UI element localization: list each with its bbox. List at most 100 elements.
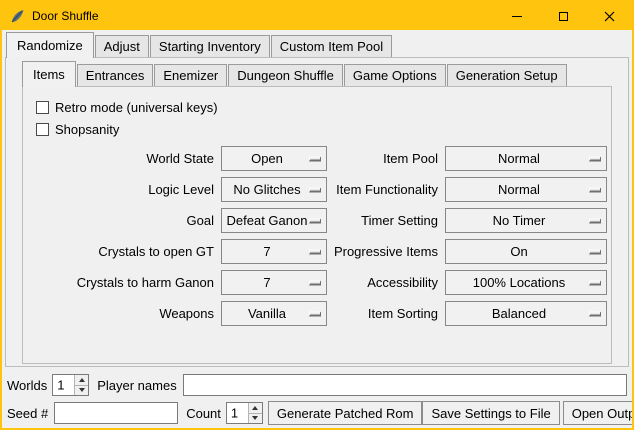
goal-dropdown[interactable]: Defeat Ganon	[221, 208, 327, 233]
player-names-input[interactable]	[183, 374, 627, 396]
close-icon	[604, 11, 615, 22]
items-panel: Retro mode (universal keys) Shopsanity W…	[22, 86, 612, 364]
dropdown-indicator-icon	[589, 187, 601, 192]
item-pool-dropdown[interactable]: Normal	[445, 146, 607, 171]
subtab-enemizer[interactable]: Enemizer	[154, 64, 227, 86]
item-sorting-label: Item Sorting	[327, 306, 445, 321]
dropdown-indicator-icon	[309, 187, 321, 192]
open-output-directory-button[interactable]: Open Output Directory	[563, 401, 634, 425]
arrow-down-icon	[79, 388, 85, 392]
tab-randomize[interactable]: Randomize	[6, 32, 94, 58]
shopsanity-checkbox[interactable]	[36, 123, 49, 136]
seed-input[interactable]	[54, 402, 178, 424]
minimize-icon	[512, 16, 522, 17]
progressive-items-value: On	[510, 244, 527, 259]
crystals-ganon-dropdown[interactable]: 7	[221, 270, 327, 295]
crystals-gt-dropdown[interactable]: 7	[221, 239, 327, 264]
worlds-spin-down-button[interactable]	[75, 386, 88, 396]
main-tab-bar: Randomize Adjust Starting Inventory Cust…	[6, 32, 632, 57]
minimize-button[interactable]	[494, 2, 540, 30]
window-title: Door Shuffle	[32, 9, 99, 23]
shopsanity-row: Shopsanity	[36, 122, 611, 137]
crystals-ganon-value: 7	[263, 275, 270, 290]
dropdown-indicator-icon	[309, 249, 321, 254]
count-spin-down-button[interactable]	[249, 414, 262, 424]
timer-setting-value: No Timer	[493, 213, 546, 228]
retro-mode-checkbox[interactable]	[36, 101, 49, 114]
generate-patched-rom-button[interactable]: Generate Patched Rom	[268, 401, 423, 425]
worlds-row: Worlds 1 Player names	[7, 373, 627, 397]
weapons-value: Vanilla	[248, 306, 286, 321]
item-functionality-dropdown[interactable]: Normal	[445, 177, 607, 202]
close-button[interactable]	[586, 2, 632, 30]
logic-level-dropdown[interactable]: No Glitches	[221, 177, 327, 202]
goal-value: Defeat Ganon	[227, 213, 308, 228]
goal-label: Goal	[35, 213, 221, 228]
window: Door Shuffle Randomize Adjust Starting I…	[0, 0, 634, 430]
world-state-value: Open	[251, 151, 283, 166]
dropdown-indicator-icon	[309, 156, 321, 161]
dropdown-indicator-icon	[589, 218, 601, 223]
world-state-label: World State	[35, 151, 221, 166]
retro-mode-row: Retro mode (universal keys)	[36, 100, 611, 115]
progressive-items-dropdown[interactable]: On	[445, 239, 607, 264]
randomize-panel: Items Entrances Enemizer Dungeon Shuffle…	[5, 57, 629, 367]
dropdown-indicator-icon	[309, 280, 321, 285]
arrow-down-icon	[252, 416, 258, 420]
subtab-dungeon-shuffle[interactable]: Dungeon Shuffle	[228, 64, 343, 86]
count-label: Count	[186, 406, 221, 421]
crystals-gt-value: 7	[263, 244, 270, 259]
item-sorting-dropdown[interactable]: Balanced	[445, 301, 607, 326]
accessibility-value: 100% Locations	[473, 275, 566, 290]
logic-level-value: No Glitches	[233, 182, 300, 197]
tab-starting-inventory[interactable]: Starting Inventory	[150, 35, 270, 57]
seed-row: Seed # Count 1 Generate Patched Rom Save…	[7, 401, 627, 425]
accessibility-label: Accessibility	[327, 275, 445, 290]
maximize-icon	[559, 12, 568, 21]
count-spin-buttons	[248, 403, 262, 423]
dropdown-indicator-icon	[589, 156, 601, 161]
shopsanity-label: Shopsanity	[55, 122, 119, 137]
save-settings-button[interactable]: Save Settings to File	[422, 401, 559, 425]
retro-mode-label: Retro mode (universal keys)	[55, 100, 218, 115]
dropdown-indicator-icon	[309, 311, 321, 316]
sub-tab-bar: Items Entrances Enemizer Dungeon Shuffle…	[22, 61, 628, 86]
logic-level-label: Logic Level	[35, 182, 221, 197]
count-spinbox[interactable]: 1	[226, 402, 263, 424]
options-grid: World State Open Item Pool Normal Logic …	[35, 143, 611, 329]
arrow-up-icon	[79, 378, 85, 382]
timer-setting-label: Timer Setting	[327, 213, 445, 228]
worlds-label: Worlds	[7, 378, 47, 393]
count-value: 1	[231, 406, 238, 421]
crystals-ganon-label: Crystals to harm Ganon	[35, 275, 221, 290]
accessibility-dropdown[interactable]: 100% Locations	[445, 270, 607, 295]
arrow-up-icon	[252, 406, 258, 410]
subtab-entrances[interactable]: Entrances	[77, 64, 154, 86]
weapons-dropdown[interactable]: Vanilla	[221, 301, 327, 326]
maximize-button[interactable]	[540, 2, 586, 30]
world-state-dropdown[interactable]: Open	[221, 146, 327, 171]
item-pool-label: Item Pool	[327, 151, 445, 166]
dropdown-indicator-icon	[309, 218, 321, 223]
crystals-gt-label: Crystals to open GT	[35, 244, 221, 259]
tab-custom-item-pool[interactable]: Custom Item Pool	[271, 35, 392, 57]
dropdown-indicator-icon	[589, 249, 601, 254]
worlds-spin-up-button[interactable]	[75, 375, 88, 386]
dropdown-indicator-icon	[589, 280, 601, 285]
subtab-items[interactable]: Items	[22, 61, 76, 87]
subtab-game-options[interactable]: Game Options	[344, 64, 446, 86]
dropdown-indicator-icon	[589, 311, 601, 316]
worlds-spinbox[interactable]: 1	[52, 374, 89, 396]
count-spin-up-button[interactable]	[249, 403, 262, 414]
timer-setting-dropdown[interactable]: No Timer	[445, 208, 607, 233]
footer: Worlds 1 Player names Seed # Count 1	[7, 373, 627, 425]
item-sorting-value: Balanced	[492, 306, 546, 321]
player-names-label: Player names	[97, 378, 176, 393]
item-functionality-label: Item Functionality	[327, 182, 445, 197]
subtab-generation-setup[interactable]: Generation Setup	[447, 64, 567, 86]
weapons-label: Weapons	[35, 306, 221, 321]
worlds-value: 1	[57, 378, 64, 393]
tab-adjust[interactable]: Adjust	[95, 35, 149, 57]
app-icon	[10, 9, 25, 24]
titlebar[interactable]: Door Shuffle	[2, 2, 632, 30]
